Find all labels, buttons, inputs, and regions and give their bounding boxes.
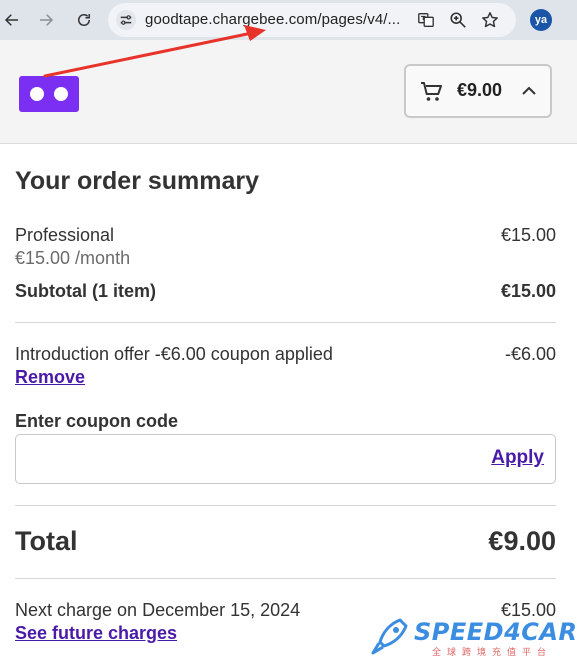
back-arrow-icon[interactable] xyxy=(0,8,24,32)
remove-coupon-link[interactable]: Remove xyxy=(15,367,85,388)
reload-icon[interactable] xyxy=(72,8,96,32)
total-value: €9.00 xyxy=(488,526,556,556)
plan-name: Professional xyxy=(15,225,115,245)
star-icon[interactable] xyxy=(480,10,500,30)
discount-label: Introduction offer -€6.00 coupon applied xyxy=(15,344,333,364)
coupon-field[interactable]: Apply xyxy=(15,434,556,484)
watermark-brand: SPEED4CARD xyxy=(414,618,577,646)
discount-value: -€6.00 xyxy=(504,344,556,364)
total-label: Total xyxy=(15,526,78,556)
future-charges-link[interactable]: See future charges xyxy=(15,623,177,644)
zoom-icon[interactable] xyxy=(448,10,468,30)
logo-dot xyxy=(30,87,44,101)
forward-arrow-icon[interactable] xyxy=(34,8,58,32)
profile-avatar[interactable]: ya xyxy=(530,9,552,31)
watermark-tagline: 全球跨境充值平台 xyxy=(432,648,553,658)
page-title: Your order summary xyxy=(15,167,260,195)
watermark: SPEED4CARD 全球跨境充值平台 xyxy=(370,614,577,658)
cart-icon xyxy=(421,82,442,101)
translate-icon[interactable] xyxy=(416,10,436,30)
coupon-input[interactable] xyxy=(24,443,464,475)
apply-coupon-button[interactable]: Apply xyxy=(491,447,544,469)
order-summary: Your order summary Professional €15.00 €… xyxy=(0,145,577,660)
cart-total: €9.00 xyxy=(457,80,503,100)
checkout-header: €9.00 xyxy=(0,40,577,144)
url-text[interactable]: goodtape.chargebee.com/pages/v4/... xyxy=(145,11,400,28)
chevron-up-icon xyxy=(522,86,536,95)
divider xyxy=(15,322,556,323)
rocket-icon xyxy=(371,618,408,655)
subtotal-label: Subtotal (1 item) xyxy=(15,281,157,301)
subtotal-value: €15.00 xyxy=(500,281,556,301)
browser-toolbar: goodtape.chargebee.com/pages/v4/... ya xyxy=(0,0,577,40)
cart-toggle-button[interactable]: €9.00 xyxy=(404,64,552,118)
divider xyxy=(15,578,556,579)
address-bar[interactable]: goodtape.chargebee.com/pages/v4/... xyxy=(108,3,516,37)
brand-logo xyxy=(19,76,79,112)
divider xyxy=(15,505,556,506)
logo-dot xyxy=(54,87,68,101)
site-info-icon[interactable] xyxy=(116,10,136,30)
plan-amount: €15.00 xyxy=(500,225,556,245)
plan-price: €15.00 /month xyxy=(15,248,131,268)
next-charge-label: Next charge on December 15, 2024 xyxy=(15,600,301,620)
coupon-label: Enter coupon code xyxy=(15,411,179,431)
